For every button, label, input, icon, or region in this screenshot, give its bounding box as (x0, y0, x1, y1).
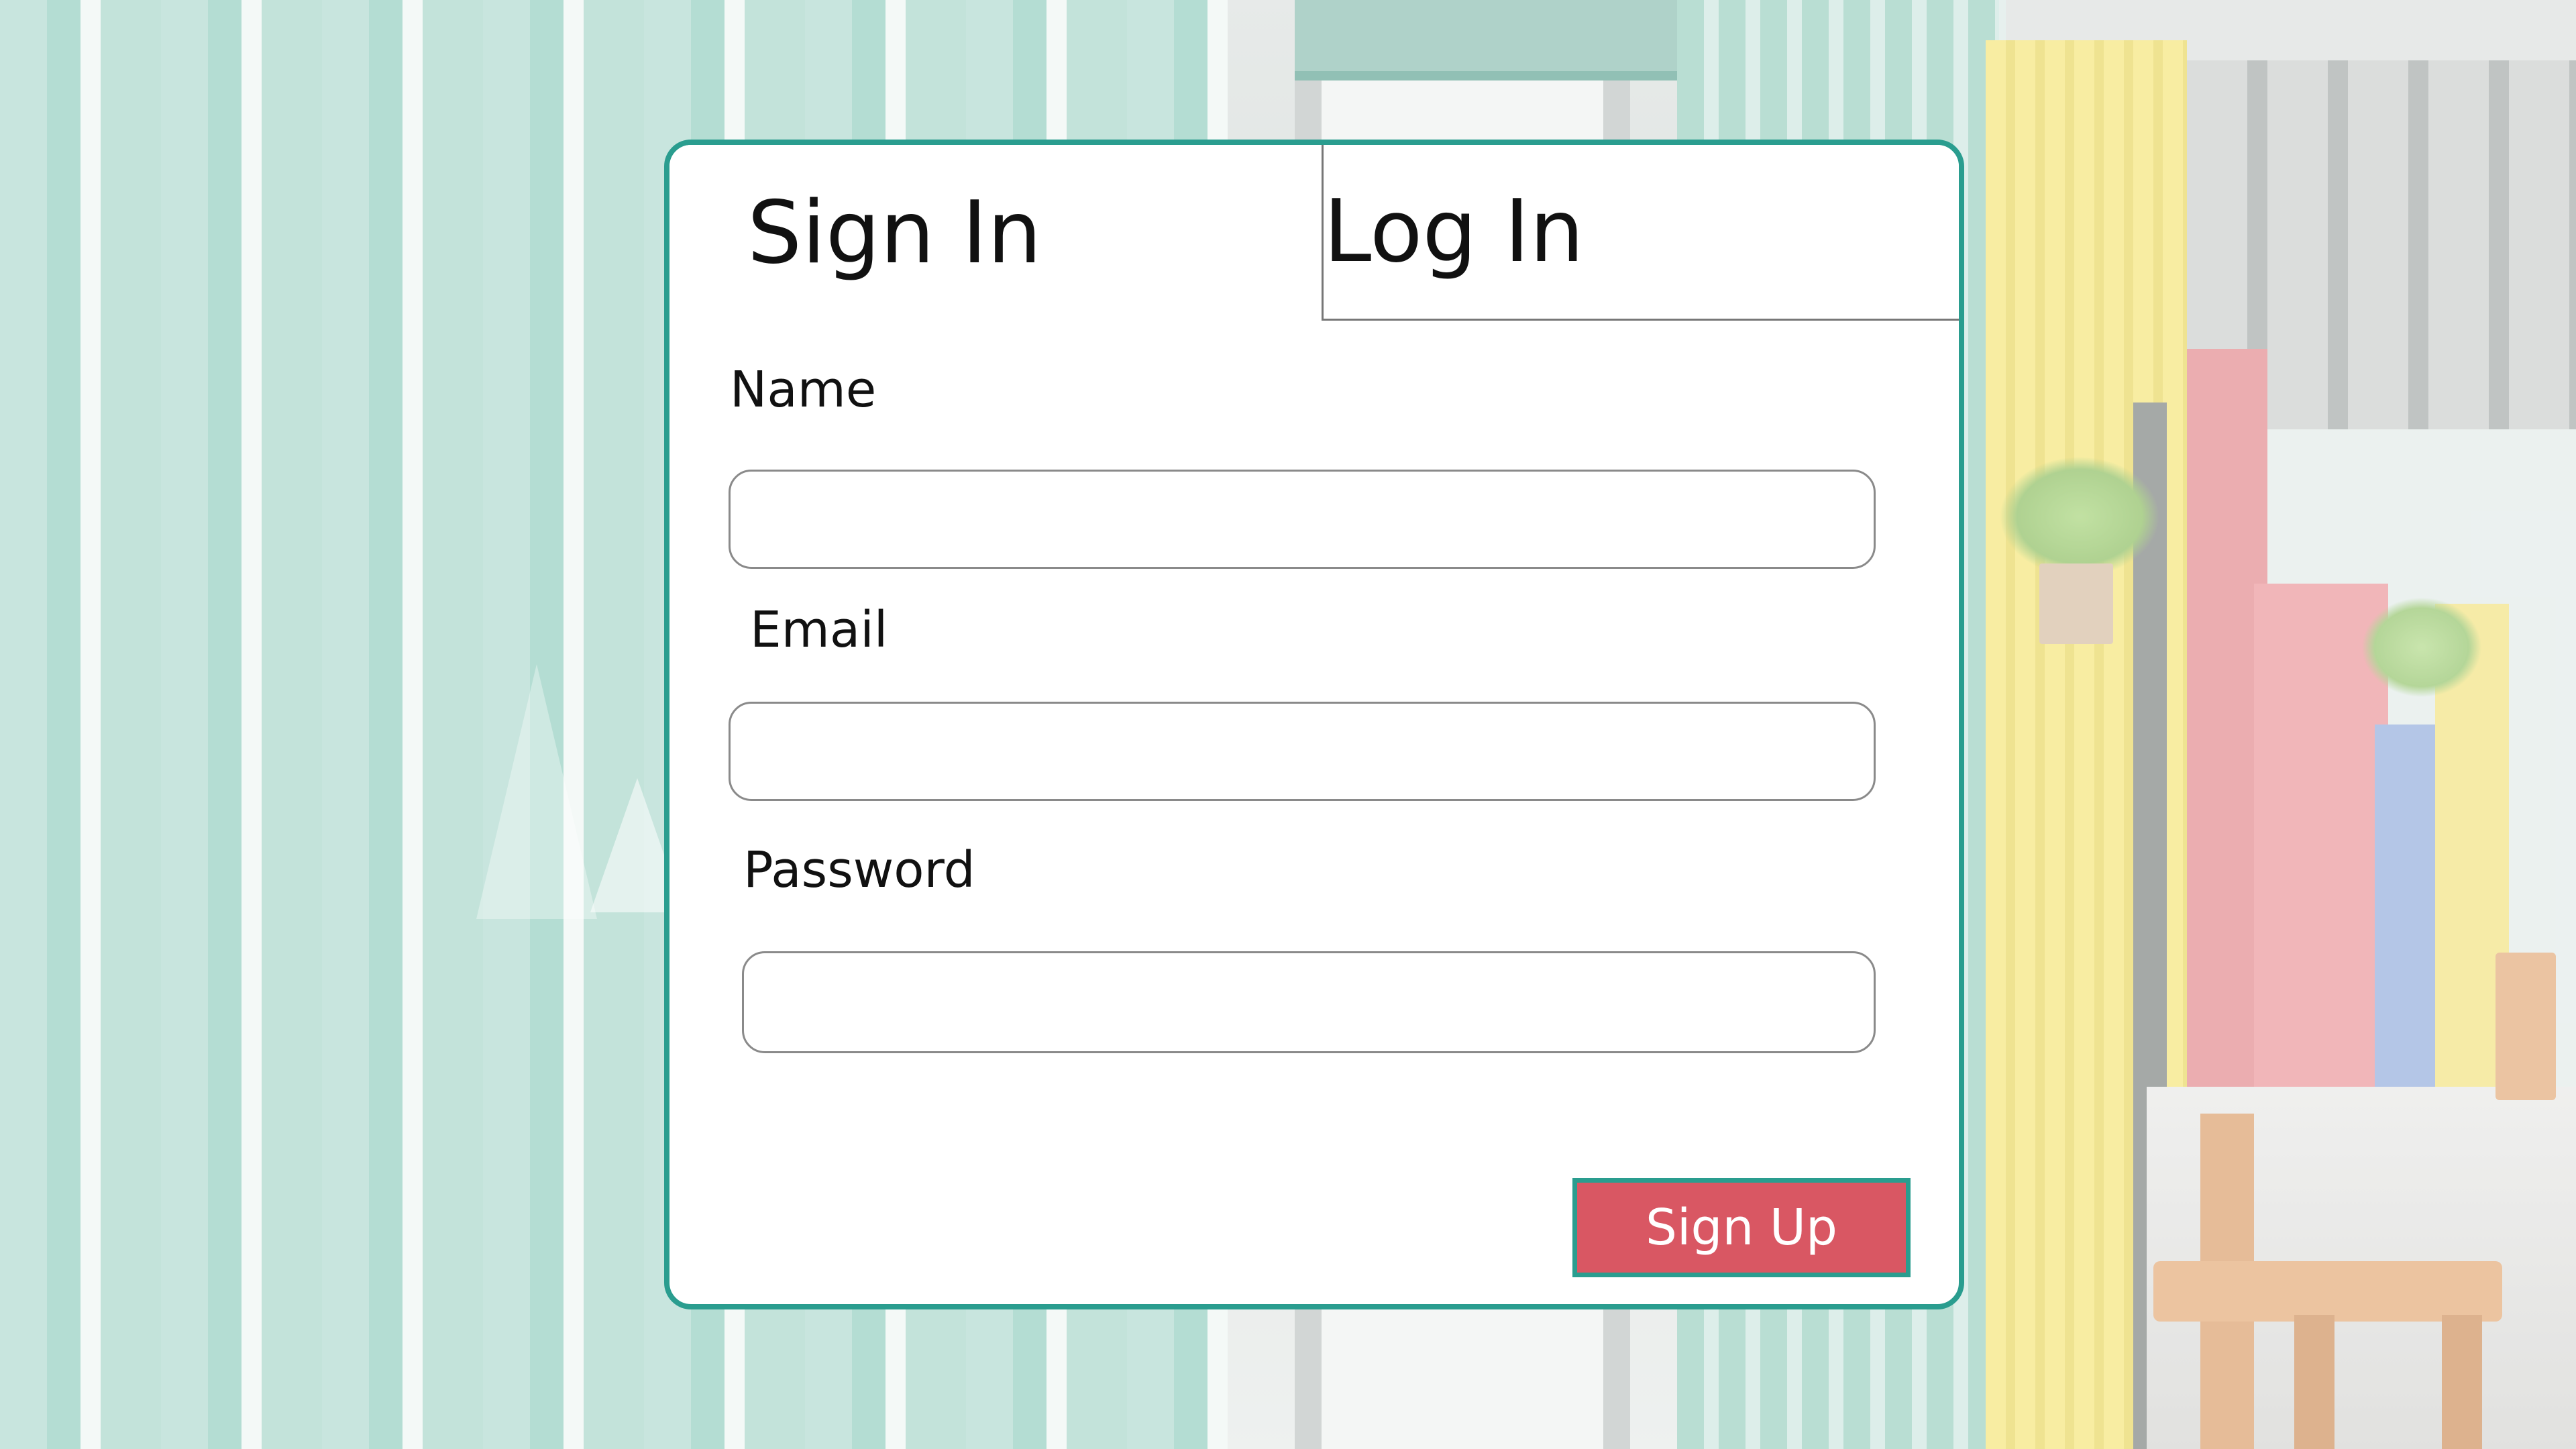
sign-up-button[interactable]: Sign Up (1572, 1178, 1911, 1277)
decorative-triangle (476, 664, 597, 919)
tab-sign-in[interactable]: Sign In (669, 145, 1322, 321)
name-input[interactable] (729, 470, 1876, 569)
email-label: Email (750, 601, 888, 659)
password-label: Password (743, 841, 975, 899)
auth-tabs: Sign In Log In (669, 145, 1959, 321)
auth-card: Sign In Log In Name Email Password Sign … (664, 140, 1964, 1309)
name-label: Name (730, 361, 877, 419)
password-input[interactable] (742, 951, 1876, 1053)
tab-log-in[interactable]: Log In (1322, 145, 1959, 321)
email-input[interactable] (729, 702, 1876, 801)
